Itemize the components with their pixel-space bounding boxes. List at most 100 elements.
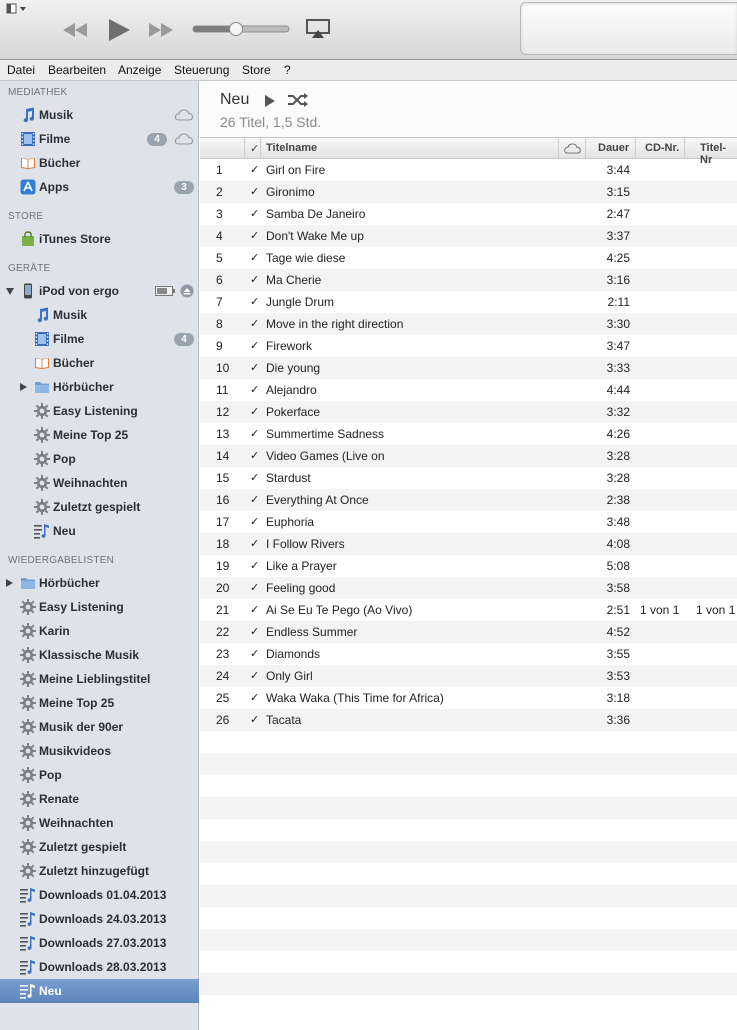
sidebar-item-apps[interactable]: Apps 3 bbox=[0, 175, 199, 199]
table-row[interactable]: 14 ✓ Video Games (Live on 3:28 bbox=[200, 445, 737, 467]
table-row[interactable]: 22 ✓ Endless Summer 4:52 bbox=[200, 621, 737, 643]
track-checkbox[interactable]: ✓ bbox=[250, 405, 259, 418]
sidebar-item-bücher[interactable]: Bücher bbox=[0, 151, 199, 175]
sidebar-item-musik-der-90er[interactable]: Musik der 90er bbox=[0, 715, 199, 739]
sidebar-item-filme[interactable]: Filme 4 bbox=[0, 127, 199, 151]
track-checkbox[interactable]: ✓ bbox=[250, 559, 259, 572]
col-check[interactable]: ✓ bbox=[250, 142, 259, 155]
track-checkbox[interactable]: ✓ bbox=[250, 361, 259, 374]
sidebar-item-ipod[interactable]: iPod von ergo bbox=[0, 279, 199, 303]
track-checkbox[interactable]: ✓ bbox=[250, 471, 259, 484]
track-checkbox[interactable]: ✓ bbox=[250, 603, 259, 616]
next-track-icon[interactable] bbox=[144, 18, 178, 42]
table-row[interactable]: 5 ✓ Tage wie diese 4:25 bbox=[200, 247, 737, 269]
table-row[interactable]: 17 ✓ Euphoria 3:48 bbox=[200, 511, 737, 533]
track-checkbox[interactable]: ✓ bbox=[250, 185, 259, 198]
sidebar-item-easy-listening[interactable]: Easy Listening bbox=[0, 595, 199, 619]
volume-slider[interactable] bbox=[192, 22, 290, 36]
table-row[interactable]: 15 ✓ Stardust 3:28 bbox=[200, 467, 737, 489]
table-row[interactable]: 12 ✓ Pokerface 3:32 bbox=[200, 401, 737, 423]
sidebar-item-renate[interactable]: Renate bbox=[0, 787, 199, 811]
table-row[interactable]: 10 ✓ Die young 3:33 bbox=[200, 357, 737, 379]
menu-anzeige[interactable]: Anzeige bbox=[118, 63, 161, 77]
sidebar-item-itunes-store[interactable]: iTunes Store bbox=[0, 227, 199, 251]
sidebar-item-neu[interactable]: Neu bbox=[0, 519, 199, 543]
table-row[interactable]: 23 ✓ Diamonds 3:55 bbox=[200, 643, 737, 665]
track-checkbox[interactable]: ✓ bbox=[250, 537, 259, 550]
track-checkbox[interactable]: ✓ bbox=[250, 669, 259, 682]
track-checkbox[interactable]: ✓ bbox=[250, 273, 259, 286]
track-checkbox[interactable]: ✓ bbox=[250, 383, 259, 396]
table-row[interactable]: 18 ✓ I Follow Rivers 4:08 bbox=[200, 533, 737, 555]
expand-arrow-icon[interactable] bbox=[6, 579, 13, 587]
eject-icon[interactable] bbox=[180, 284, 194, 298]
col-cd[interactable]: CD-Nr. bbox=[645, 142, 679, 154]
track-checkbox[interactable]: ✓ bbox=[250, 713, 259, 726]
play-icon[interactable] bbox=[102, 18, 136, 42]
table-row[interactable]: 13 ✓ Summertime Sadness 4:26 bbox=[200, 423, 737, 445]
sidebar-item-hörbücher[interactable]: Hörbücher bbox=[0, 375, 199, 399]
track-checkbox[interactable]: ✓ bbox=[250, 493, 259, 506]
col-duration[interactable]: Dauer bbox=[598, 142, 629, 154]
sidebar-item-meine-top-25[interactable]: Meine Top 25 bbox=[0, 691, 199, 715]
sidebar-item-karin[interactable]: Karin bbox=[0, 619, 199, 643]
track-checkbox[interactable]: ✓ bbox=[250, 251, 259, 264]
table-row[interactable]: 25 ✓ Waka Waka (This Time for Africa) 3:18 bbox=[200, 687, 737, 709]
shuffle-icon[interactable] bbox=[287, 92, 309, 108]
sidebar-item-musik[interactable]: Musik bbox=[0, 103, 199, 127]
track-checkbox[interactable]: ✓ bbox=[250, 207, 259, 220]
table-row[interactable]: 3 ✓ Samba De Janeiro 2:47 bbox=[200, 203, 737, 225]
table-row[interactable]: 4 ✓ Don't Wake Me up 3:37 bbox=[200, 225, 737, 247]
sidebar-item-hörbücher[interactable]: Hörbücher bbox=[0, 571, 199, 595]
sidebar-item-downloads-28-03-2013[interactable]: Downloads 28.03.2013 bbox=[0, 955, 199, 979]
table-row[interactable]: 11 ✓ Alejandro 4:44 bbox=[200, 379, 737, 401]
sidebar-item-zuletzt-gespielt[interactable]: Zuletzt gespielt bbox=[0, 835, 199, 859]
track-checkbox[interactable]: ✓ bbox=[250, 427, 259, 440]
sidebar-item-meine-top-25[interactable]: Meine Top 25 bbox=[0, 423, 199, 447]
sidebar-item-downloads-01-04-2013[interactable]: Downloads 01.04.2013 bbox=[0, 883, 199, 907]
sidebar-item-filme[interactable]: Filme 4 bbox=[0, 327, 199, 351]
track-checkbox[interactable]: ✓ bbox=[250, 339, 259, 352]
track-checkbox[interactable]: ✓ bbox=[250, 163, 259, 176]
table-row[interactable]: 8 ✓ Move in the right direction 3:30 bbox=[200, 313, 737, 335]
cloud-icon[interactable] bbox=[174, 109, 194, 121]
sidebar-item-musik[interactable]: Musik bbox=[0, 303, 199, 327]
table-row[interactable]: 21 ✓ Ai Se Eu Te Pego (Ao Vivo) 2:51 1 von 1… bbox=[200, 599, 737, 621]
table-row[interactable]: 9 ✓ Firework 3:47 bbox=[200, 335, 737, 357]
table-row[interactable]: 7 ✓ Jungle Drum 2:11 bbox=[200, 291, 737, 313]
menu-steuerung[interactable]: Steuerung bbox=[174, 63, 229, 77]
cloud-icon[interactable] bbox=[174, 133, 194, 145]
track-checkbox[interactable]: ✓ bbox=[250, 449, 259, 462]
table-row[interactable]: 24 ✓ Only Girl 3:53 bbox=[200, 665, 737, 687]
sidebar-item-klassische-musik[interactable]: Klassische Musik bbox=[0, 643, 199, 667]
track-checkbox[interactable]: ✓ bbox=[250, 229, 259, 242]
table-row[interactable]: 19 ✓ Like a Prayer 5:08 bbox=[200, 555, 737, 577]
track-checkbox[interactable]: ✓ bbox=[250, 515, 259, 528]
table-row[interactable]: 6 ✓ Ma Cherie 3:16 bbox=[200, 269, 737, 291]
table-row[interactable]: 2 ✓ Gironimo 3:15 bbox=[200, 181, 737, 203]
expand-arrow-icon[interactable] bbox=[20, 383, 27, 391]
sidebar-item-zuletzt-gespielt[interactable]: Zuletzt gespielt bbox=[0, 495, 199, 519]
track-checkbox[interactable]: ✓ bbox=[250, 581, 259, 594]
sidebar-item-musikvideos[interactable]: Musikvideos bbox=[0, 739, 199, 763]
sidebar-item-downloads-27-03-2013[interactable]: Downloads 27.03.2013 bbox=[0, 931, 199, 955]
table-row[interactable]: 16 ✓ Everything At Once 2:38 bbox=[200, 489, 737, 511]
sidebar-item-weihnachten[interactable]: Weihnachten bbox=[0, 471, 199, 495]
cloud-column-icon[interactable] bbox=[564, 143, 581, 154]
menu-help[interactable]: ? bbox=[284, 63, 291, 77]
previous-track-icon[interactable] bbox=[58, 18, 92, 42]
table-row[interactable]: 20 ✓ Feeling good 3:58 bbox=[200, 577, 737, 599]
window-menu-icon[interactable] bbox=[6, 3, 28, 15]
airplay-icon[interactable] bbox=[306, 19, 330, 39]
sidebar-item-neu[interactable]: Neu bbox=[0, 979, 199, 1003]
table-row[interactable]: 1 ✓ Girl on Fire 3:44 bbox=[200, 159, 737, 181]
table-row[interactable]: 26 ✓ Tacata 3:36 bbox=[200, 709, 737, 731]
sidebar-item-pop[interactable]: Pop bbox=[0, 763, 199, 787]
track-checkbox[interactable]: ✓ bbox=[250, 295, 259, 308]
play-playlist-icon[interactable] bbox=[264, 95, 276, 107]
track-checkbox[interactable]: ✓ bbox=[250, 647, 259, 660]
sidebar-item-weihnachten[interactable]: Weihnachten bbox=[0, 811, 199, 835]
sidebar-item-pop[interactable]: Pop bbox=[0, 447, 199, 471]
menu-datei[interactable]: Datei bbox=[7, 63, 35, 77]
sidebar-item-zuletzt-hinzugefügt[interactable]: Zuletzt hinzugefügt bbox=[0, 859, 199, 883]
